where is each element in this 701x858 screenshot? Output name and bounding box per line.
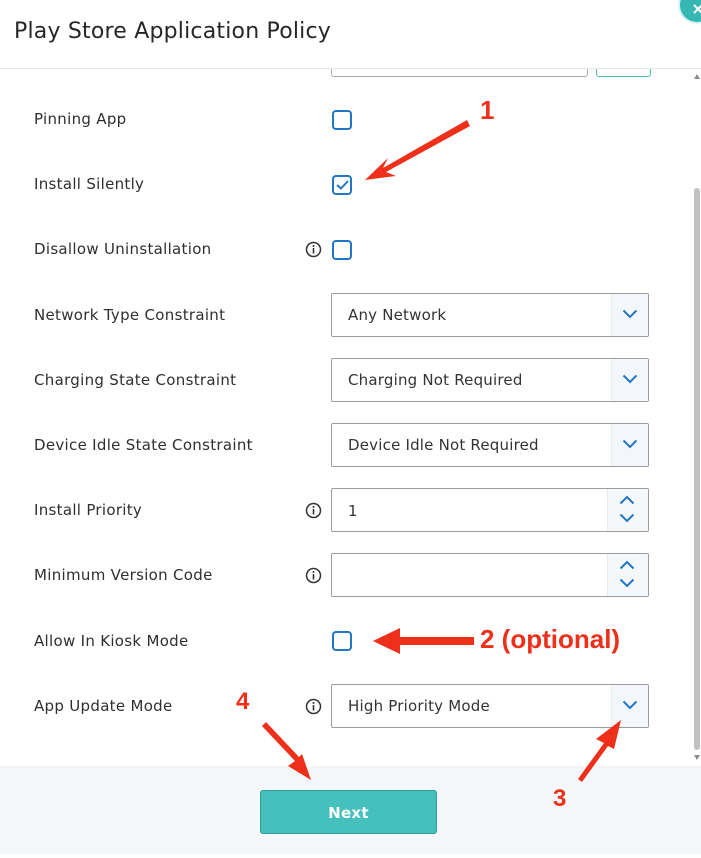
app-update-mode-value: High Priority Mode (348, 697, 490, 715)
disallow-uninstallation-label: Disallow Uninstallation (34, 240, 212, 258)
scroll-down-arrow-icon[interactable] (694, 755, 700, 760)
network-type-select[interactable]: Any Network (331, 293, 649, 337)
app-update-mode-select[interactable]: High Priority Mode (331, 684, 649, 728)
app-update-mode-label: App Update Mode (34, 697, 173, 715)
chevron-down-icon[interactable] (619, 513, 635, 523)
disallow-uninstallation-checkbox[interactable] (332, 240, 352, 260)
install-priority-value: 1 (348, 502, 358, 520)
chevron-down-icon[interactable] (619, 578, 635, 588)
minimum-version-code-label: Minimum Version Code (34, 566, 213, 584)
pinning-app-label: Pinning App (34, 110, 127, 128)
next-button[interactable]: Next (260, 790, 437, 834)
network-type-dropdown-toggle[interactable] (611, 294, 648, 336)
partial-button[interactable] (596, 69, 651, 77)
info-icon[interactable] (305, 698, 322, 715)
charging-state-value: Charging Not Required (348, 371, 523, 389)
close-icon (693, 4, 701, 14)
device-idle-state-select[interactable]: Device Idle Not Required (331, 423, 649, 467)
close-button[interactable] (678, 0, 701, 24)
page-title: Play Store Application Policy (14, 19, 332, 44)
allow-in-kiosk-mode-label: Allow In Kiosk Mode (34, 632, 189, 650)
info-icon[interactable] (305, 567, 322, 584)
install-priority-label: Install Priority (34, 501, 143, 519)
charging-state-select[interactable]: Charging Not Required (331, 358, 649, 402)
minimum-version-code-spinner[interactable] (607, 554, 648, 596)
info-icon[interactable] (305, 502, 322, 519)
chevron-down-icon (622, 309, 638, 319)
charging-state-constraint-label: Charging State Constraint (34, 371, 237, 389)
checkmark-icon (336, 180, 349, 190)
pinning-app-checkbox[interactable] (332, 110, 352, 130)
chevron-down-icon (622, 700, 638, 710)
dialog-footer: Next (0, 766, 701, 854)
app-update-mode-dropdown-toggle[interactable] (611, 685, 648, 727)
install-priority-input[interactable]: 1 (331, 488, 649, 532)
chevron-up-icon[interactable] (619, 560, 635, 570)
chevron-down-icon (622, 439, 638, 449)
partial-input-field[interactable] (331, 69, 588, 77)
chevron-up-icon[interactable] (619, 495, 635, 505)
scroll-up-arrow-icon[interactable] (694, 74, 700, 79)
device-idle-state-constraint-label: Device Idle State Constraint (34, 436, 253, 454)
network-type-constraint-label: Network Type Constraint (34, 306, 226, 324)
form-scroll-area[interactable]: Pinning App Install Silently Disallow Un… (0, 69, 701, 766)
install-priority-spinner[interactable] (607, 489, 648, 531)
install-silently-label: Install Silently (34, 175, 145, 193)
dialog-header: Play Store Application Policy (0, 0, 701, 69)
info-icon[interactable] (305, 241, 322, 258)
chevron-down-icon (622, 374, 638, 384)
allow-in-kiosk-mode-checkbox[interactable] (332, 631, 352, 651)
charging-state-dropdown-toggle[interactable] (611, 359, 648, 401)
scrollbar-thumb[interactable] (694, 188, 700, 750)
minimum-version-code-input[interactable] (331, 553, 649, 597)
device-idle-state-value: Device Idle Not Required (348, 436, 539, 454)
network-type-value: Any Network (348, 306, 447, 324)
install-silently-checkbox[interactable] (332, 175, 352, 195)
device-idle-state-dropdown-toggle[interactable] (611, 424, 648, 466)
